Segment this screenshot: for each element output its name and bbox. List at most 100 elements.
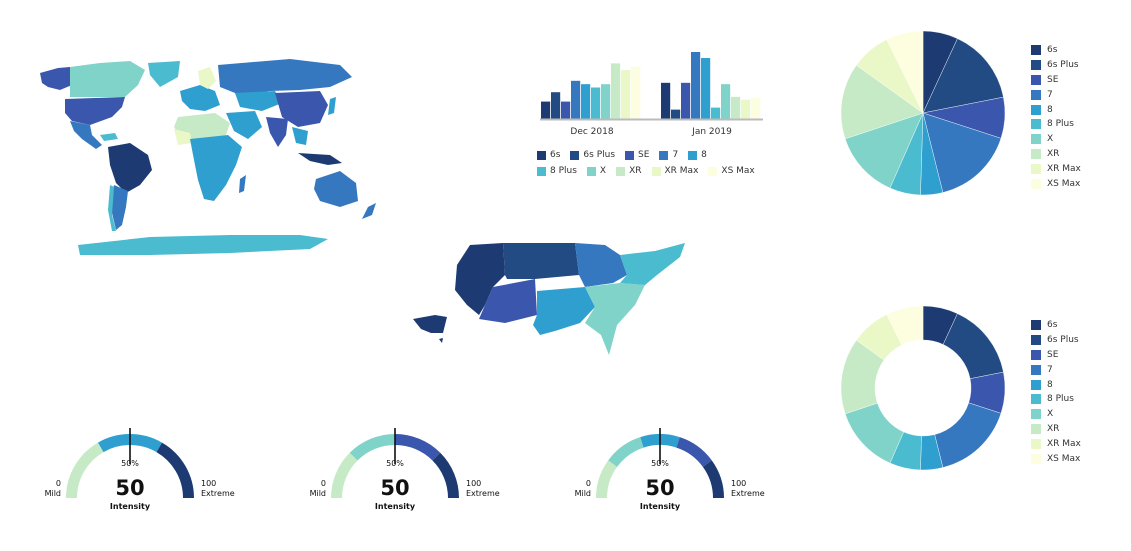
legend-item-xr[interactable]: XR bbox=[616, 163, 642, 179]
legend-label: SE bbox=[638, 150, 650, 160]
legend-swatch bbox=[1031, 364, 1041, 375]
legend-item-se[interactable]: SE bbox=[625, 147, 649, 163]
legend-item-xr-max[interactable]: XR Max bbox=[1031, 436, 1121, 451]
legend-item-xs-max[interactable]: XS Max bbox=[1031, 176, 1121, 191]
legend-item-se[interactable]: SE bbox=[1031, 348, 1121, 363]
legend-item-6s[interactable]: 6s bbox=[537, 147, 560, 163]
gauge-percent-label: 50% bbox=[651, 459, 669, 468]
bar-8-dec-2018[interactable] bbox=[581, 84, 591, 119]
legend-item-7[interactable]: 7 bbox=[1031, 362, 1121, 377]
map-region-new-zealand[interactable] bbox=[362, 203, 376, 219]
map-region-usa[interactable] bbox=[65, 97, 125, 125]
map-region-mexico[interactable] bbox=[70, 121, 102, 149]
legend-label: 8 bbox=[1047, 379, 1053, 390]
gauge-band bbox=[331, 452, 358, 499]
legend-item-6s-plus[interactable]: 6s Plus bbox=[570, 147, 615, 163]
legend-item-xr-max[interactable]: XR Max bbox=[1031, 161, 1121, 176]
gauge-intensity: 50% 50 Intensity 0Mild 100Extreme bbox=[45, 428, 235, 511]
legend-label: XS Max bbox=[1047, 453, 1081, 464]
map-region-madagascar[interactable] bbox=[239, 175, 246, 193]
legend-item-xr[interactable]: XR bbox=[1031, 147, 1121, 162]
bar-xs-max-dec-2018[interactable] bbox=[631, 66, 641, 119]
map-region-japan[interactable] bbox=[328, 97, 336, 115]
bar-x-jan-2019[interactable] bbox=[721, 84, 731, 119]
bar-6s-jan-2019[interactable] bbox=[661, 82, 671, 119]
legend-item-6s[interactable]: 6s bbox=[1031, 43, 1121, 58]
bar-se-jan-2019[interactable] bbox=[681, 82, 691, 119]
bar-xs-max-jan-2019[interactable] bbox=[751, 97, 761, 119]
legend-item-xs-max[interactable]: XS Max bbox=[708, 163, 755, 179]
legend-item-8-plus[interactable]: 8 Plus bbox=[1031, 392, 1121, 407]
legend-item-6s-plus[interactable]: 6s Plus bbox=[1031, 58, 1121, 73]
map-region-central-asia[interactable] bbox=[235, 91, 282, 111]
map-region-caribbean[interactable] bbox=[100, 133, 118, 141]
bar-xr-dec-2018[interactable] bbox=[611, 63, 621, 119]
legend-item-8[interactable]: 8 bbox=[1031, 377, 1121, 392]
legend-swatch bbox=[1031, 119, 1041, 130]
map-region-antarctica[interactable] bbox=[78, 235, 328, 255]
gauge-band bbox=[66, 442, 104, 499]
legend-item-8[interactable]: 8 bbox=[1031, 102, 1121, 117]
map-region-northeast[interactable] bbox=[620, 243, 685, 285]
bar-xr-max-jan-2019[interactable] bbox=[741, 99, 751, 119]
map-region-russia[interactable] bbox=[218, 59, 352, 95]
bar-6s-plus-dec-2018[interactable] bbox=[551, 92, 561, 119]
bar-6s-dec-2018[interactable] bbox=[541, 101, 551, 119]
bar-x-dec-2018[interactable] bbox=[601, 84, 611, 119]
map-region-south-central[interactable] bbox=[533, 287, 595, 335]
map-region-southeast[interactable] bbox=[585, 283, 645, 355]
legend-label: SE bbox=[1047, 74, 1059, 85]
legend-item-xr-max[interactable]: XR Max bbox=[651, 163, 698, 179]
gauge-max-caption: Extreme bbox=[201, 489, 235, 498]
legend-item-8[interactable]: 8 bbox=[688, 147, 707, 163]
gauge-max-caption: Extreme bbox=[731, 489, 765, 498]
map-region-africa[interactable] bbox=[190, 135, 242, 201]
map-region-indonesia[interactable] bbox=[298, 153, 342, 165]
gauge-caption: Intensity bbox=[110, 502, 151, 511]
gauge-percent-label: 50% bbox=[386, 459, 404, 468]
legend-item-xr[interactable]: XR bbox=[1031, 422, 1121, 437]
legend-label: 7 bbox=[672, 150, 679, 160]
map-region-se-asia[interactable] bbox=[292, 127, 308, 145]
bar-xr-jan-2019[interactable] bbox=[731, 96, 741, 119]
legend-item-x[interactable]: X bbox=[1031, 132, 1121, 147]
gauge-value: 50 bbox=[645, 476, 674, 500]
legend-item-x[interactable]: X bbox=[586, 163, 606, 179]
legend-swatch bbox=[586, 166, 596, 176]
bar-7-jan-2019[interactable] bbox=[691, 52, 701, 119]
legend-item-6s[interactable]: 6s bbox=[1031, 318, 1121, 333]
legend-item-6s-plus[interactable]: 6s Plus bbox=[1031, 333, 1121, 348]
legend-item-xs-max[interactable]: XS Max bbox=[1031, 451, 1121, 466]
legend-item-7[interactable]: 7 bbox=[1031, 87, 1121, 102]
map-region-greenland[interactable] bbox=[148, 61, 180, 87]
legend-swatch bbox=[625, 150, 635, 160]
legend-item-se[interactable]: SE bbox=[1031, 73, 1121, 88]
map-region-middle-east[interactable] bbox=[226, 111, 262, 139]
x-tick-label: Dec 2018 bbox=[570, 127, 613, 137]
bar-6s-plus-jan-2019[interactable] bbox=[671, 109, 681, 119]
legend-item-8-plus[interactable]: 8 Plus bbox=[1031, 117, 1121, 132]
map-region-north-plains[interactable] bbox=[503, 243, 579, 279]
bar-se-dec-2018[interactable] bbox=[561, 101, 571, 119]
donut-slice-7[interactable] bbox=[934, 402, 1002, 468]
map-region-europe[interactable] bbox=[180, 85, 220, 111]
gauge-value: 50 bbox=[380, 476, 409, 500]
legend-item-8-plus[interactable]: 8 Plus bbox=[537, 163, 577, 179]
donut-chart-legend: 6s 6s Plus SE 7 8 8 Plus X XR XR Max XS Max bbox=[1031, 318, 1121, 466]
map-region-midwest[interactable] bbox=[575, 243, 627, 287]
bar-8-plus-dec-2018[interactable] bbox=[591, 87, 601, 119]
legend-item-7[interactable]: 7 bbox=[659, 147, 678, 163]
bar-8-jan-2019[interactable] bbox=[701, 58, 711, 119]
map-region-argentina[interactable] bbox=[112, 185, 128, 230]
map-region-australia[interactable] bbox=[314, 171, 358, 207]
map-region-canada[interactable] bbox=[70, 61, 145, 97]
legend-swatch bbox=[1031, 394, 1041, 405]
map-region-alaska[interactable] bbox=[40, 67, 72, 90]
map-region-india[interactable] bbox=[266, 117, 288, 147]
bar-xr-max-dec-2018[interactable] bbox=[621, 70, 631, 119]
bar-7-dec-2018[interactable] bbox=[571, 80, 581, 119]
map-region-hawaii[interactable] bbox=[439, 338, 443, 343]
map-region-alaska[interactable] bbox=[413, 315, 447, 333]
legend-item-x[interactable]: X bbox=[1031, 407, 1121, 422]
bar-8-plus-jan-2019[interactable] bbox=[711, 107, 721, 119]
